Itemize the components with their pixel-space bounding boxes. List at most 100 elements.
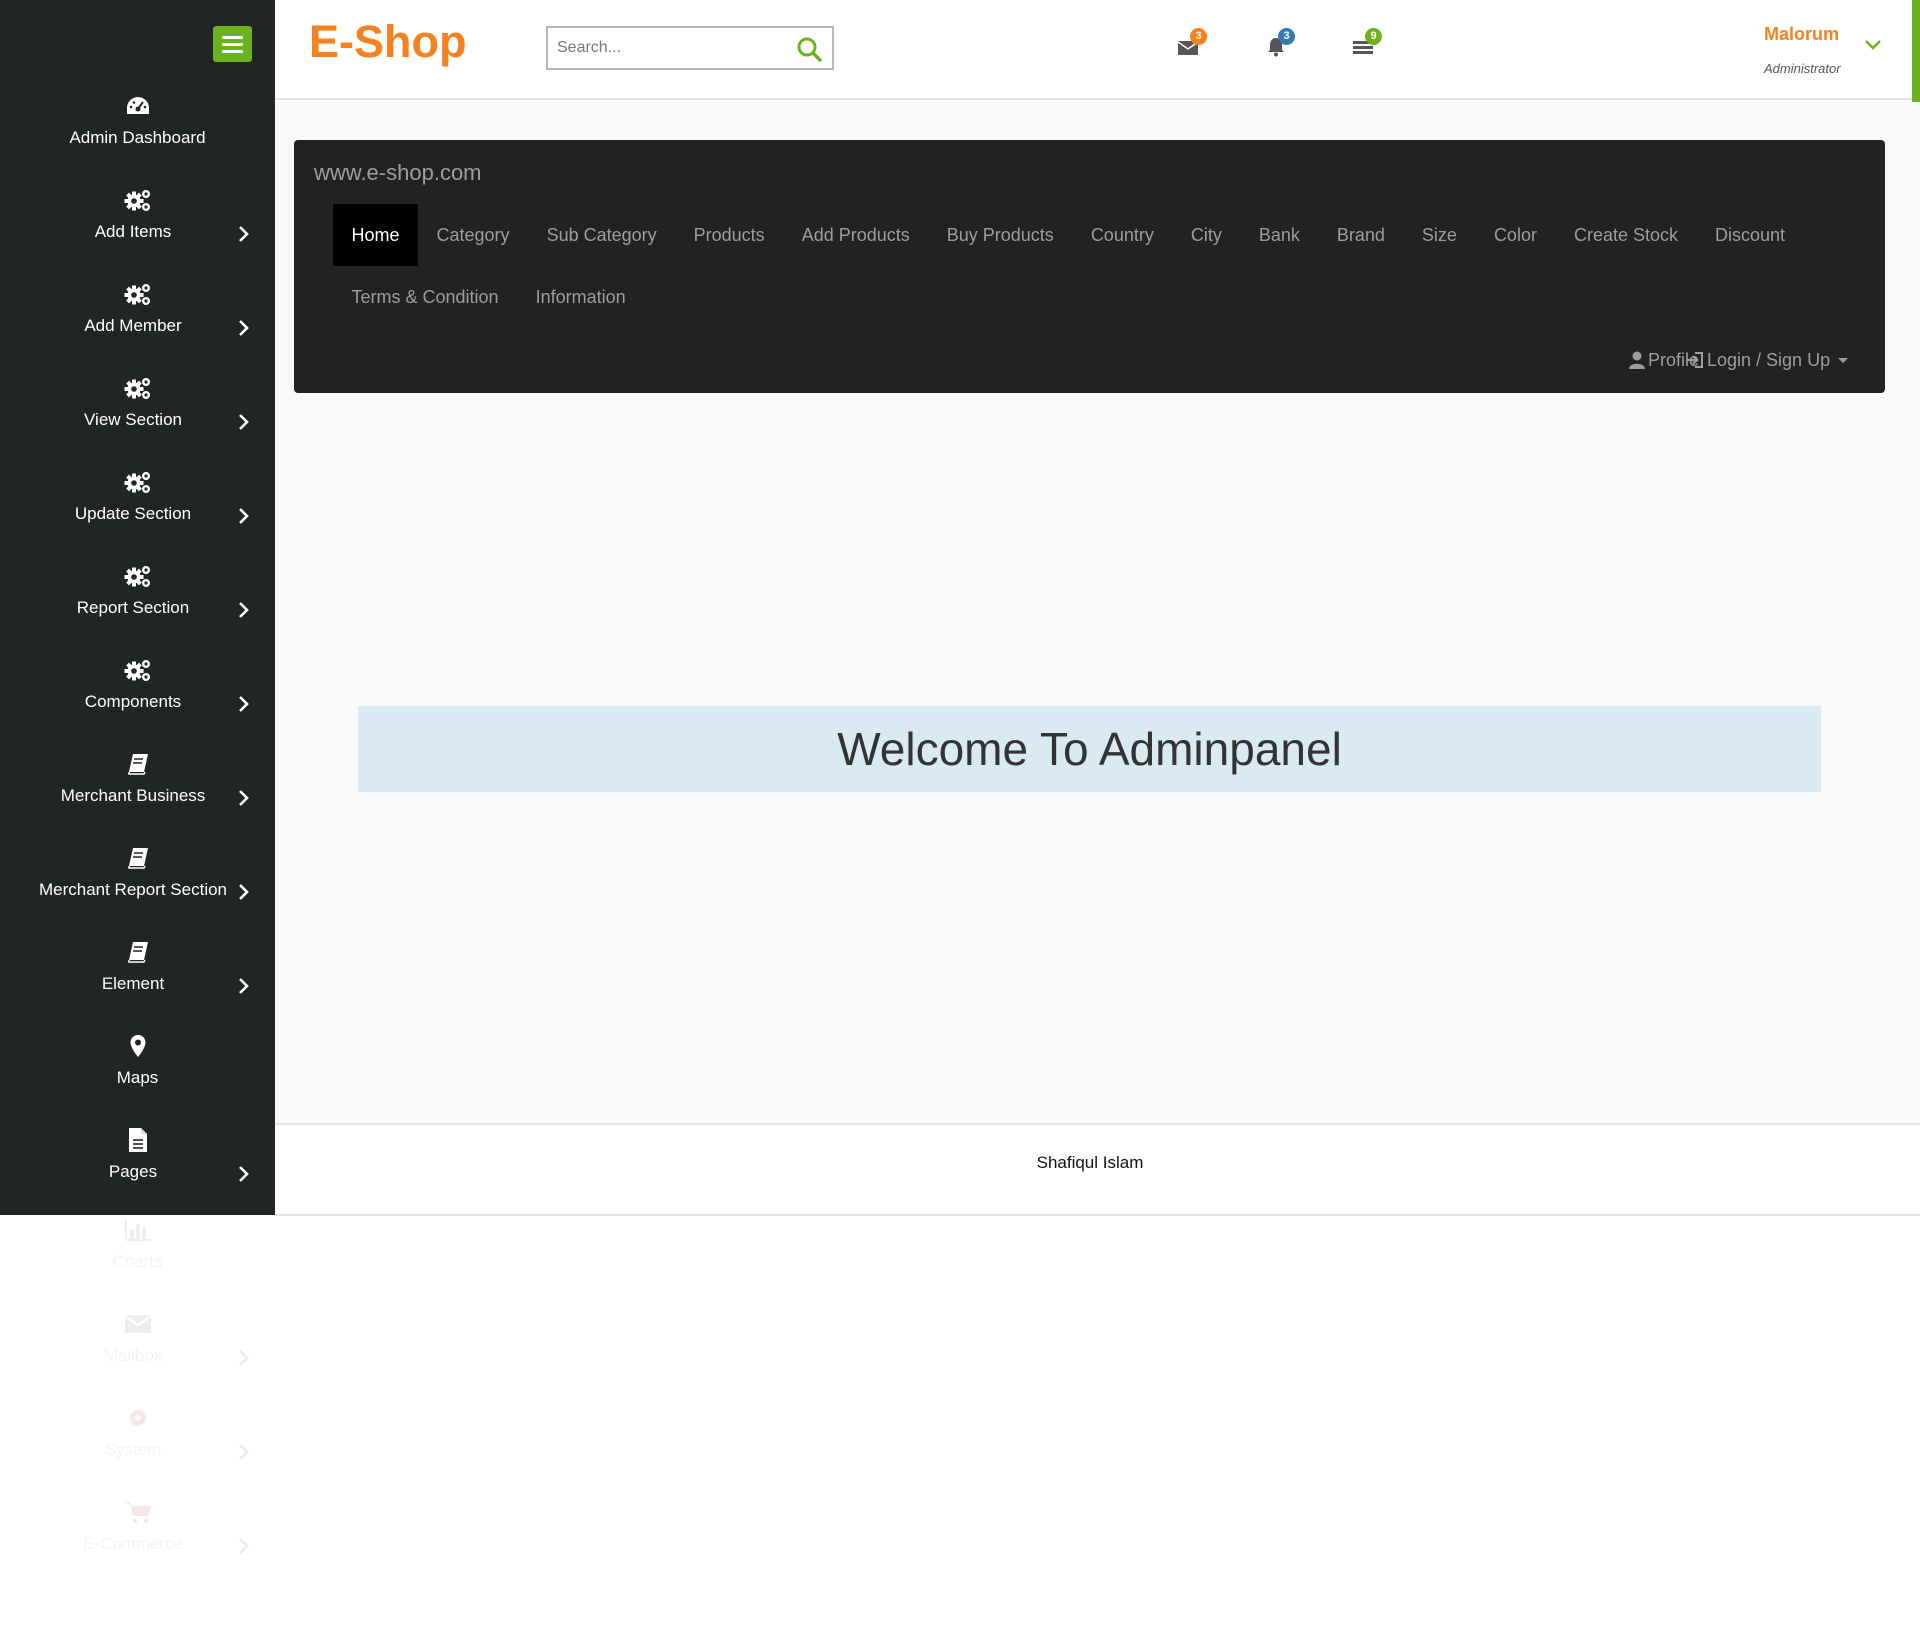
search-box: [546, 26, 834, 70]
notifications-button[interactable]: 3: [1266, 28, 1295, 58]
sidebar-item-label: Merchant Report Section: [38, 880, 228, 899]
sidebar-item-label: Update Section: [74, 504, 192, 523]
nav-link-discount[interactable]: Discount: [1697, 204, 1804, 266]
sidebar-item-system[interactable]: System: [0, 1398, 275, 1492]
map-marker-icon: [124, 1032, 152, 1060]
nav-link-products[interactable]: Products: [675, 204, 783, 266]
nav-link-size[interactable]: Size: [1403, 204, 1475, 266]
cogs-icon: [124, 562, 152, 590]
sidebar-item-label: E-Commerce: [82, 1534, 184, 1553]
search-input[interactable]: [548, 28, 778, 68]
login-label: Login / Sign Up: [1707, 350, 1831, 370]
user-role: Administrator: [1764, 61, 1841, 76]
sidebar-item-add-items[interactable]: Add Items: [0, 180, 275, 274]
chevron-right-icon: [237, 318, 253, 338]
file-icon: [124, 1126, 152, 1154]
sidebar-item-label: Maps: [116, 1068, 159, 1087]
sidebar-item-label: Add Items: [94, 222, 172, 241]
chevron-right-icon: [237, 1442, 253, 1462]
sidebar-item-charts[interactable]: Charts: [0, 1210, 275, 1304]
chevron-right-icon: [237, 1164, 253, 1184]
cogs-icon: [124, 656, 152, 684]
sidebar-item-e-commerce[interactable]: E-Commerce: [0, 1492, 275, 1586]
nav-link-information[interactable]: Information: [517, 266, 644, 328]
sidebar-item-mailbox[interactable]: Mailbox: [0, 1304, 275, 1398]
gear-icon: [124, 1404, 152, 1432]
sidebar-item-view-section[interactable]: View Section: [0, 368, 275, 462]
user-name[interactable]: Malorum: [1764, 24, 1839, 45]
nav-menu-row-1: Home Category Sub Category Products Add Prod…: [333, 204, 1804, 266]
sidebar-overflow-menu: Charts Mailbox System E-Commerce: [0, 1210, 275, 1586]
sidebar-item-label: Merchant Business: [60, 786, 206, 805]
tasks-button[interactable]: 9: [1353, 28, 1382, 58]
nav-link-city[interactable]: City: [1172, 204, 1240, 266]
sidebar-item-components[interactable]: Components: [0, 650, 275, 744]
nav-link-buy-products[interactable]: Buy Products: [928, 204, 1072, 266]
notifications-badge: 3: [1278, 28, 1295, 45]
footer-text: Shafiqul Islam: [1036, 1153, 1144, 1172]
chevron-right-icon: [237, 600, 253, 620]
nav-link-category[interactable]: Category: [418, 204, 528, 266]
chevron-right-icon: [237, 506, 253, 526]
sidebar-item-element[interactable]: Element: [0, 932, 275, 1026]
top-header: E-Shop 3 3 9 Malorum Administrator: [275, 0, 1920, 100]
nav-link-terms-condition[interactable]: Terms & Condition: [333, 266, 517, 328]
cogs-icon: [124, 186, 152, 214]
navbar-brand[interactable]: www.e-shop.com: [314, 160, 482, 186]
sidebar-item-label: Mailbox: [103, 1346, 163, 1365]
chevron-right-icon: [237, 694, 253, 714]
chevron-down-icon[interactable]: [1864, 38, 1882, 56]
chevron-right-icon: [237, 412, 253, 432]
nav-link-brand[interactable]: Brand: [1318, 204, 1403, 266]
nav-link-color[interactable]: Color: [1475, 204, 1555, 266]
sidebar-item-pages[interactable]: Pages: [0, 1120, 275, 1214]
logo[interactable]: E-Shop: [309, 16, 466, 68]
sidebar-item-label: Report Section: [76, 598, 190, 617]
caret-down-icon: [1838, 358, 1849, 363]
messages-button[interactable]: 3: [1178, 28, 1207, 58]
hamburger-icon: [222, 35, 243, 39]
nav-link-create-stock[interactable]: Create Stock: [1555, 204, 1696, 266]
login-signup-dropdown[interactable]: Login / Sign Up: [1686, 329, 1849, 391]
sidebar-item-report-section[interactable]: Report Section: [0, 556, 275, 650]
bar-chart-icon: [124, 1216, 152, 1244]
book-icon: [124, 938, 152, 966]
nav-link-sub-category[interactable]: Sub Category: [528, 204, 675, 266]
sidebar-item-label: Pages: [108, 1162, 158, 1181]
nav-link-country[interactable]: Country: [1072, 204, 1172, 266]
sidebar-item-label: Charts: [112, 1252, 163, 1271]
book-icon: [124, 844, 152, 872]
sidebar-menu: Admin Dashboard Add Items Add Member View S…: [0, 86, 275, 1214]
main-content: www.e-shop.com Home Category Sub Category P…: [275, 102, 1920, 1124]
chevron-right-icon: [237, 788, 253, 808]
welcome-banner: Welcome To Adminpanel: [358, 706, 1821, 792]
envelope-icon: [124, 1310, 152, 1338]
dashboard-icon: [124, 92, 152, 120]
chevron-right-icon: [237, 976, 253, 996]
sidebar-item-update-section[interactable]: Update Section: [0, 462, 275, 556]
sidebar-item-label: Element: [101, 974, 165, 993]
cogs-icon: [124, 374, 152, 402]
login-icon: [1687, 352, 1703, 368]
sidebar-item-label: System: [104, 1440, 162, 1459]
sidebar-item-merchant-report-section[interactable]: Merchant Report Section: [0, 838, 275, 932]
nav-menu-row-2: Terms & Condition Information: [333, 266, 644, 328]
chevron-right-icon: [237, 1348, 253, 1368]
sidebar-item-maps[interactable]: Maps: [0, 1026, 275, 1120]
sidebar-item-merchant-business[interactable]: Merchant Business: [0, 744, 275, 838]
sidebar-item-label: View Section: [84, 410, 182, 429]
cogs-icon: [124, 280, 152, 308]
nav-link-add-products[interactable]: Add Products: [783, 204, 928, 266]
search-icon[interactable]: [796, 36, 822, 67]
book-icon: [124, 750, 152, 778]
chevron-right-icon: [237, 224, 253, 244]
sidebar-item-label: Admin Dashboard: [69, 128, 206, 147]
nav-link-home[interactable]: Home: [333, 204, 419, 266]
footer: Shafiqul Islam: [275, 1123, 1920, 1216]
sidebar-item-admin-dashboard[interactable]: Admin Dashboard: [0, 86, 275, 180]
sidebar: Admin Dashboard Add Items Add Member View S…: [0, 0, 275, 1215]
cart-icon: [124, 1498, 152, 1526]
menu-toggle-button[interactable]: [213, 26, 252, 62]
nav-link-bank[interactable]: Bank: [1240, 204, 1318, 266]
sidebar-item-add-member[interactable]: Add Member: [0, 274, 275, 368]
